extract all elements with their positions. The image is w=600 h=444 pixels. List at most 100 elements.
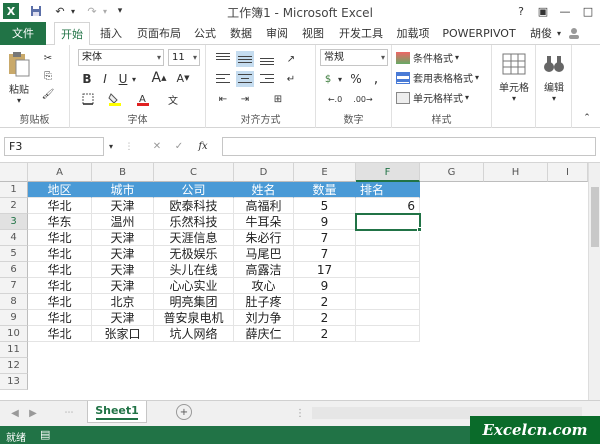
tab-review[interactable]: 审阅	[262, 22, 292, 45]
row-header-2[interactable]: 2	[0, 198, 28, 214]
cells-dropdown-icon[interactable]: ▾	[509, 93, 519, 103]
worksheet-grid[interactable]: A B C D E F G H I 1 2 3 4 5 6 7 8 9 10 1…	[0, 163, 600, 400]
paste-dropdown-icon[interactable]: ▾	[14, 95, 24, 105]
row-header-4[interactable]: 4	[0, 230, 28, 246]
row-header-7[interactable]: 7	[0, 278, 28, 294]
tab-split-icon[interactable]: ⋮	[294, 405, 306, 421]
cell-e1[interactable]: 数量	[294, 182, 356, 198]
font-grow-icon[interactable]: A ▲	[150, 69, 168, 87]
cells-icon[interactable]	[500, 51, 528, 77]
font-shrink-icon[interactable]: A ▼	[174, 69, 192, 87]
more-tabs-icon[interactable]: ⋯	[62, 405, 76, 421]
row-header-10[interactable]: 10	[0, 326, 28, 342]
conditional-format-button[interactable]: 条件格式 ▾	[396, 49, 490, 66]
cell-d6[interactable]: 高露洁	[234, 262, 294, 278]
cell-styles-button[interactable]: 单元格样式 ▾	[396, 89, 490, 106]
cell-e9[interactable]: 2	[294, 310, 356, 326]
column-header-i[interactable]: I	[548, 163, 588, 182]
italic-button[interactable]: I	[98, 71, 112, 87]
cell-a5[interactable]: 华北	[28, 246, 92, 262]
cell-f10[interactable]	[356, 326, 420, 342]
comma-button[interactable]: ,	[368, 71, 384, 87]
cell-a9[interactable]: 华北	[28, 310, 92, 326]
column-header-b[interactable]: B	[92, 163, 154, 182]
orientation-icon[interactable]: ↗	[282, 51, 300, 67]
cell-c8[interactable]: 明亮集团	[154, 294, 234, 310]
column-header-e[interactable]: E	[294, 163, 356, 182]
phonetic-icon[interactable]: 文	[164, 91, 182, 107]
row-header-5[interactable]: 5	[0, 246, 28, 262]
cell-f9[interactable]	[356, 310, 420, 326]
cut-icon[interactable]: ✂	[40, 51, 56, 65]
align-middle-icon[interactable]	[236, 51, 254, 67]
increase-indent-icon[interactable]: ⇥	[236, 91, 254, 107]
cell-e8[interactable]: 2	[294, 294, 356, 310]
cell-c6[interactable]: 头儿在线	[154, 262, 234, 278]
cell-c2[interactable]: 欧泰科技	[154, 198, 234, 214]
tab-insert[interactable]: 插入	[96, 22, 126, 45]
cell-e4[interactable]: 7	[294, 230, 356, 246]
row-header-8[interactable]: 8	[0, 294, 28, 310]
cell-b5[interactable]: 天津	[92, 246, 154, 262]
cell-c3[interactable]: 乐然科技	[154, 214, 234, 230]
cell-d3[interactable]: 牛耳朵	[234, 214, 294, 230]
vertical-scroll-thumb[interactable]	[591, 187, 599, 247]
align-left-icon[interactable]	[214, 71, 232, 87]
ribbon-display-icon[interactable]: ▣	[532, 0, 554, 22]
cell-c7[interactable]: 心心实业	[154, 278, 234, 294]
cell-d1[interactable]: 姓名	[234, 182, 294, 198]
row-header-1[interactable]: 1	[0, 182, 28, 198]
cell-a7[interactable]: 华北	[28, 278, 92, 294]
cells-button[interactable]: 单元格	[492, 79, 536, 94]
cell-e2[interactable]: 5	[294, 198, 356, 214]
name-box-dropdown-icon[interactable]: ▾	[104, 137, 118, 156]
cell-b4[interactable]: 天津	[92, 230, 154, 246]
cell-c10[interactable]: 坑人网络	[154, 326, 234, 342]
column-header-c[interactable]: C	[154, 163, 234, 182]
cell-a10[interactable]: 华北	[28, 326, 92, 342]
format-painter-icon[interactable]: 🖌	[40, 87, 56, 101]
cell-a8[interactable]: 华北	[28, 294, 92, 310]
row-header-13[interactable]: 13	[0, 374, 28, 390]
row-header-12[interactable]: 12	[0, 358, 28, 374]
tab-data[interactable]: 数据	[226, 22, 256, 45]
cell-b2[interactable]: 天津	[92, 198, 154, 214]
tab-view[interactable]: 视图	[298, 22, 328, 45]
cell-b7[interactable]: 天津	[92, 278, 154, 294]
tab-developer[interactable]: 开发工具	[334, 22, 388, 45]
cell-b10[interactable]: 张家口	[92, 326, 154, 342]
cell-e10[interactable]: 2	[294, 326, 356, 342]
underline-button[interactable]: U	[116, 71, 130, 87]
cell-f1[interactable]: 排名	[356, 182, 420, 198]
cell-c5[interactable]: 无极娱乐	[154, 246, 234, 262]
cell-e5[interactable]: 7	[294, 246, 356, 262]
tab-addins[interactable]: 加载项	[392, 22, 434, 45]
cell-f7[interactable]	[356, 278, 420, 294]
row-header-11[interactable]: 11	[0, 342, 28, 358]
font-name-select[interactable]: 宋体 ▾	[78, 49, 164, 66]
cell-a4[interactable]: 华北	[28, 230, 92, 246]
user-name[interactable]: 胡俊	[528, 22, 554, 45]
cell-f2[interactable]: 6	[356, 198, 420, 214]
cell-d2[interactable]: 高福利	[234, 198, 294, 214]
font-color-icon[interactable]: A	[134, 91, 152, 107]
row-header-6[interactable]: 6	[0, 262, 28, 278]
cell-f4[interactable]	[356, 230, 420, 246]
user-dropdown-icon[interactable]: ▾	[554, 22, 564, 45]
decrease-decimal-icon[interactable]: .00→	[352, 91, 374, 107]
merge-center-icon[interactable]: ⊞	[266, 91, 290, 107]
currency-dropdown-icon[interactable]: ▾	[336, 71, 344, 87]
percent-button[interactable]: %	[348, 71, 364, 87]
cell-c9[interactable]: 普安泉电机	[154, 310, 234, 326]
tab-home[interactable]: 开始	[54, 22, 90, 46]
border-icon[interactable]	[80, 91, 96, 107]
cell-b1[interactable]: 城市	[92, 182, 154, 198]
format-as-table-button[interactable]: 套用表格格式 ▾	[396, 69, 490, 86]
cell-b6[interactable]: 天津	[92, 262, 154, 278]
scroll-tabs-right-icon[interactable]: ▶	[26, 405, 40, 421]
underline-dropdown-icon[interactable]: ▾	[130, 71, 138, 87]
macro-record-icon[interactable]: ▤	[40, 428, 50, 441]
column-header-a[interactable]: A	[28, 163, 92, 182]
editing-button[interactable]: 编辑	[536, 79, 572, 94]
paste-button[interactable]: 粘贴	[4, 81, 34, 96]
